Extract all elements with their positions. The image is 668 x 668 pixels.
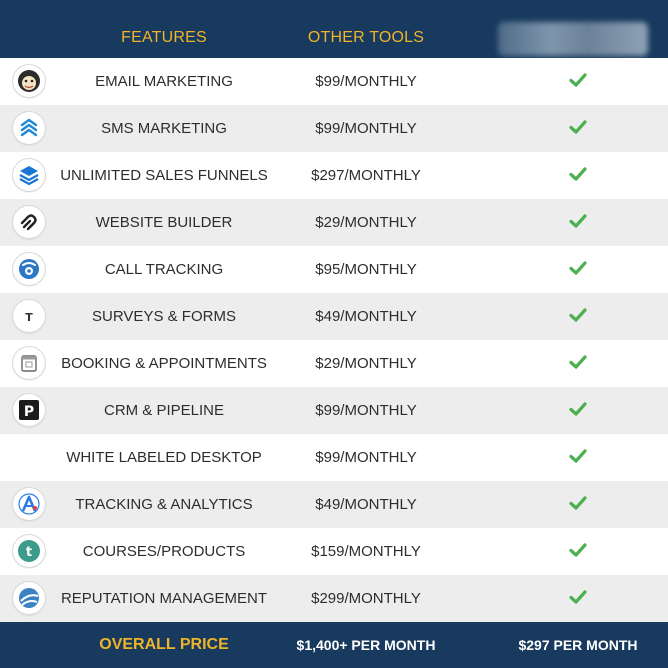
- checkmark-icon: [563, 213, 593, 234]
- checkmark-icon: [563, 307, 593, 328]
- table-row: CALL TRACKING $95/MONTHLY: [0, 246, 668, 293]
- table-row: BOOKING & APPOINTMENTS $29/MONTHLY: [0, 340, 668, 387]
- analytics-logo-icon: [13, 488, 45, 520]
- checkmark-icon: [563, 354, 593, 375]
- table-row: SMS MARKETING $99/MONTHLY: [0, 105, 668, 152]
- table-row: EMAIL MARKETING $99/MONTHLY: [0, 58, 668, 105]
- other-tool-price: $299/MONTHLY: [311, 590, 421, 607]
- sms-chevrons-logo-icon: [13, 112, 45, 144]
- checkmark-icon: [563, 495, 593, 516]
- overall-price-label: OVERALL PRICE: [99, 636, 229, 653]
- table-row: UNLIMITED SALES FUNNELS $297/MONTHLY: [0, 152, 668, 199]
- svg-text:t: t: [26, 545, 32, 560]
- table-row: TRACKING & ANALYTICS $49/MONTHLY: [0, 481, 668, 528]
- checkmark-icon: [563, 448, 593, 469]
- other-tools-total-price: $1,400+ PER MONTH: [296, 637, 436, 653]
- checkmark-icon: [563, 72, 593, 93]
- checkmark-icon: [563, 401, 593, 422]
- svg-text:T: T: [25, 311, 33, 324]
- pricing-comparison-table: FEATURES OTHER TOOLS EMAIL MARKETING $99/…: [0, 0, 668, 668]
- our-total-price: $297 PER MONTH: [518, 637, 638, 653]
- mailchimp-logo-icon: [13, 65, 45, 97]
- other-tool-price: $49/MONTHLY: [315, 308, 417, 325]
- other-tool-price: $99/MONTHLY: [315, 449, 417, 466]
- teachable-logo-icon: t: [13, 535, 45, 567]
- other-tool-price: $49/MONTHLY: [315, 496, 417, 513]
- feature-name: REPUTATION MANAGEMENT: [60, 590, 268, 607]
- other-tool-price: $99/MONTHLY: [315, 73, 417, 90]
- layers-logo-icon: [13, 159, 45, 191]
- checkmark-icon: [563, 260, 593, 281]
- feature-name: UNLIMITED SALES FUNNELS: [60, 167, 268, 184]
- checkmark-icon: [563, 119, 593, 140]
- feature-name: TRACKING & ANALYTICS: [75, 496, 253, 513]
- table-row: WEBSITE BUILDER $29/MONTHLY: [0, 199, 668, 246]
- other-tools-column-header: OTHER TOOLS: [307, 29, 425, 46]
- svg-text:P: P: [24, 404, 34, 420]
- calendar-logo-icon: [13, 347, 45, 379]
- other-tool-price: $99/MONTHLY: [315, 120, 417, 137]
- other-tool-price: $99/MONTHLY: [315, 402, 417, 419]
- other-tool-price: $159/MONTHLY: [311, 543, 421, 560]
- feature-name: WEBSITE BUILDER: [95, 214, 233, 231]
- table-footer: OVERALL PRICE $1,400+ PER MONTH $297 PER…: [0, 622, 668, 668]
- features-column-header: FEATURES: [121, 29, 207, 46]
- table-row: REPUTATION MANAGEMENT $299/MONTHLY: [0, 575, 668, 622]
- checkmark-icon: [563, 166, 593, 187]
- feature-name: SMS MARKETING: [101, 120, 227, 137]
- blurred-brand-logo: [498, 22, 648, 56]
- call-tracking-logo-icon: [13, 253, 45, 285]
- other-tool-price: $29/MONTHLY: [315, 214, 417, 231]
- table-row: PCRM & PIPELINE MANAGEMENT$99/MONTHLY: [0, 387, 668, 466]
- feature-name: SURVEYS & FORMS: [92, 308, 236, 325]
- other-tool-price: $297/MONTHLY: [311, 167, 421, 184]
- typeform-logo-icon: T: [13, 300, 45, 332]
- table-header: FEATURES OTHER TOOLS: [0, 0, 668, 58]
- table-row: t COURSES/PRODUCTS $159/MONTHLY: [0, 528, 668, 575]
- feature-name: COURSES/PRODUCTS: [82, 543, 246, 560]
- table-row: T SURVEYS & FORMS $49/MONTHLY: [0, 293, 668, 340]
- other-tool-price: $29/MONTHLY: [315, 355, 417, 372]
- feature-name: BOOKING & APPOINTMENTS: [61, 355, 267, 372]
- squarespace-logo-icon: [13, 206, 45, 238]
- table-row: WHITE LABELED DESKTOP APP$99/MONTHLY: [0, 434, 668, 513]
- feature-name: CALL TRACKING: [104, 261, 224, 278]
- other-tool-price: $95/MONTHLY: [315, 261, 417, 278]
- reputation-logo-icon: [13, 582, 45, 614]
- pipedrive-logo-icon: P: [13, 394, 45, 426]
- checkmark-icon: [563, 542, 593, 563]
- checkmark-icon: [563, 589, 593, 610]
- feature-name: EMAIL MARKETING: [95, 73, 233, 90]
